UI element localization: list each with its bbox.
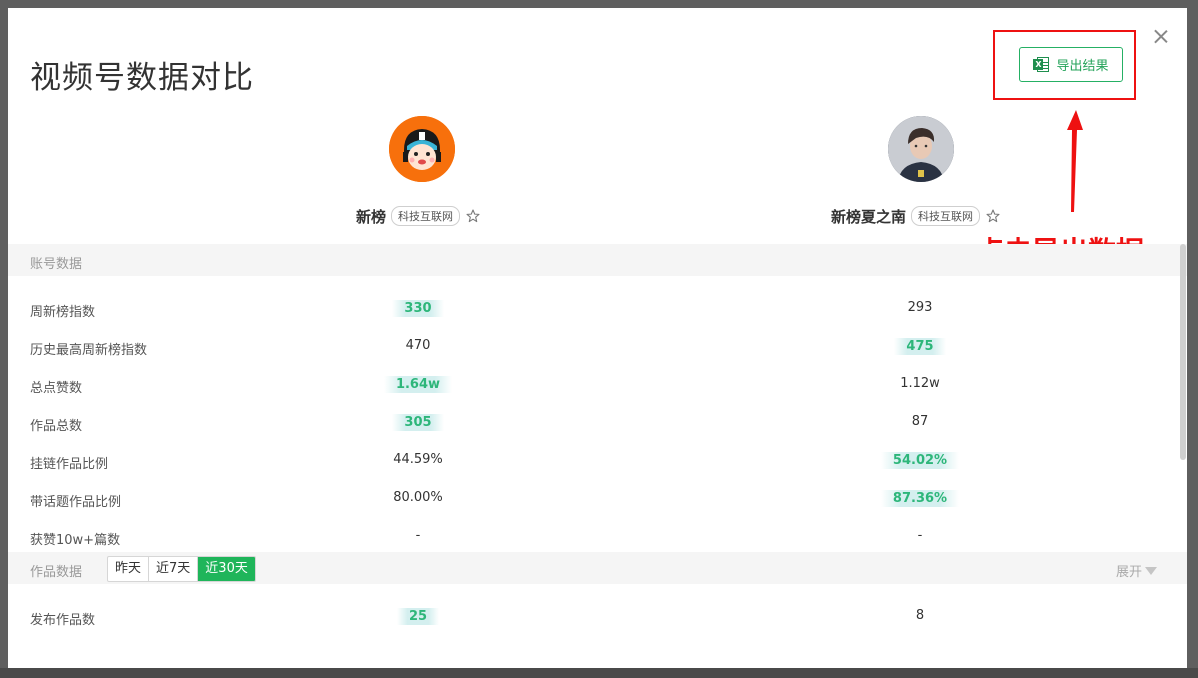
annotation-arrow-icon xyxy=(1067,110,1083,212)
metric-value-b: 54.02% xyxy=(860,452,980,469)
chevron-down-icon xyxy=(1145,566,1158,575)
metric-value-a: 80.00% xyxy=(393,490,443,505)
compare-modal: 视频号数据对比 X 导出结果 点击导出数据 新榜 科技互联网 xyxy=(8,8,1187,668)
metric-value-b: 87 xyxy=(911,414,929,429)
expand-toggle[interactable]: 展开 xyxy=(1116,561,1158,580)
metric-row: 作品总数 305 87 xyxy=(8,404,1187,442)
metric-row: 总点赞数 1.64w 1.12w xyxy=(8,366,1187,404)
category-tag: 科技互联网 xyxy=(911,206,981,226)
period-tabs: 昨天 近7天 近30天 xyxy=(107,556,256,582)
tab-7-days[interactable]: 近7天 xyxy=(149,557,199,581)
metric-row: 历史最高周新榜指数 470 475 xyxy=(8,328,1187,366)
close-icon[interactable] xyxy=(1150,26,1172,48)
avatar xyxy=(389,116,455,182)
account-name: 新榜夏之南 xyxy=(831,207,907,226)
metric-value-a: 25 xyxy=(358,608,478,625)
section-works-data: 作品数据 昨天 近7天 近30天 展开 xyxy=(8,552,1187,584)
metric-value-a: 44.59% xyxy=(393,452,443,467)
metric-label: 挂链作品比例 xyxy=(30,457,109,472)
account-header-1: 新榜 科技互联网 xyxy=(356,206,481,226)
star-icon[interactable] xyxy=(465,208,481,224)
metric-value-a: 1.64w xyxy=(358,376,478,393)
metric-value-b: 8 xyxy=(915,608,925,623)
account-header-2: 新榜夏之南 科技互联网 xyxy=(831,206,1001,226)
section-label: 账号数据 xyxy=(30,257,83,272)
metric-value-b: - xyxy=(917,528,923,543)
metric-value-a: - xyxy=(415,528,421,543)
metric-value-b: 87.36% xyxy=(860,490,980,507)
backdrop-edge xyxy=(0,668,1198,678)
tab-30-days[interactable]: 近30天 xyxy=(198,557,255,581)
metric-row: 获赞10w+篇数 - - xyxy=(8,518,1187,556)
tab-yesterday[interactable]: 昨天 xyxy=(108,557,150,581)
metric-row: 周新榜指数 330 293 xyxy=(8,290,1187,328)
page-title: 视频号数据对比 xyxy=(30,60,254,96)
metric-value-a: 470 xyxy=(405,338,431,353)
metric-value-b: 475 xyxy=(860,338,980,355)
metric-value-a: 330 xyxy=(358,300,478,317)
metric-row: 挂链作品比例 44.59% 54.02% xyxy=(8,442,1187,480)
metric-row: 发布作品数 25 8 xyxy=(8,598,1187,636)
metric-label: 获赞10w+篇数 xyxy=(30,533,121,548)
avatar xyxy=(888,116,954,182)
account-name: 新榜 xyxy=(356,207,387,226)
star-icon[interactable] xyxy=(985,208,1001,224)
metric-label: 总点赞数 xyxy=(30,381,83,396)
category-tag: 科技互联网 xyxy=(391,206,461,226)
metric-label: 历史最高周新榜指数 xyxy=(30,343,148,358)
metric-value-b: 293 xyxy=(907,300,933,315)
metric-row: 带话题作品比例 80.00% 87.36% xyxy=(8,480,1187,518)
metric-label: 发布作品数 xyxy=(30,613,96,628)
metric-label: 带话题作品比例 xyxy=(30,495,122,510)
metric-value-a: 305 xyxy=(358,414,478,431)
section-label: 作品数据 xyxy=(30,565,83,580)
section-account-data: 账号数据 xyxy=(8,244,1187,276)
expand-label: 展开 xyxy=(1116,565,1143,580)
scrollbar[interactable] xyxy=(1180,244,1186,460)
metric-label: 作品总数 xyxy=(30,419,83,434)
annotation-highlight-box xyxy=(993,30,1136,100)
metric-value-b: 1.12w xyxy=(900,376,940,391)
metric-label: 周新榜指数 xyxy=(30,305,96,320)
